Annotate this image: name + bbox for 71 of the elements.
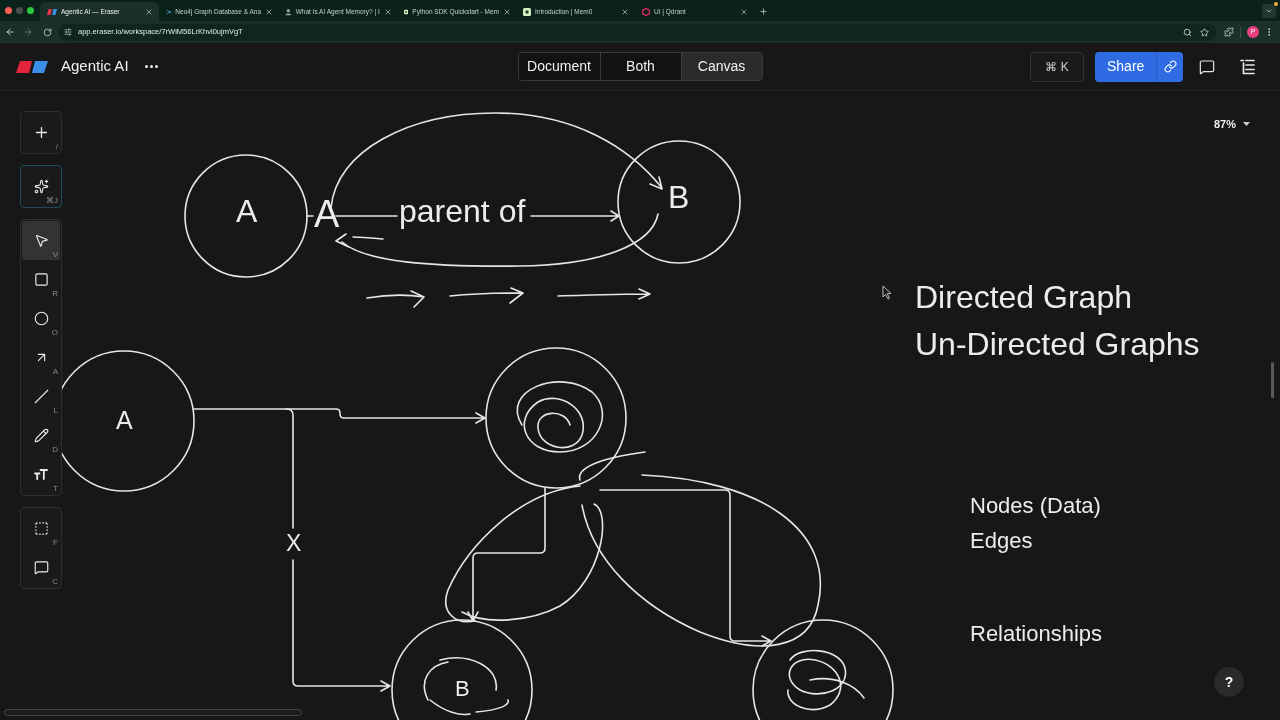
caret-down-icon (1243, 122, 1251, 126)
comments-button[interactable] (1198, 57, 1216, 76)
back-button[interactable] (4, 26, 16, 38)
square-icon (404, 7, 409, 16)
hexagon-icon (642, 7, 650, 16)
more-icon (145, 65, 159, 68)
heading-text: Directed Graph (915, 281, 1132, 313)
vertical-scrollbar[interactable] (1271, 362, 1274, 398)
pencil-icon (33, 428, 49, 443)
node-label: A (314, 195, 340, 233)
square-icon (523, 7, 531, 16)
close-icon (383, 7, 392, 16)
logo-icon (47, 8, 57, 15)
plus-icon (758, 6, 768, 16)
app-logo-icon[interactable] (16, 60, 48, 73)
term-text: Relationships (970, 623, 1103, 645)
node-label: B (455, 678, 470, 700)
command-menu-button[interactable]: ⌘ K (1030, 51, 1084, 82)
sliders-icon (63, 28, 72, 36)
close-icon (621, 7, 629, 16)
node-label: A (236, 195, 258, 227)
link-icon (1164, 60, 1178, 73)
outline-button[interactable] (1238, 57, 1256, 76)
forward-arrow-icon (23, 27, 33, 37)
line-icon (33, 389, 49, 404)
sketch-arrow (366, 290, 425, 308)
text-size-icon (34, 469, 48, 480)
document-title[interactable]: Agentic AI (61, 55, 129, 78)
share-button[interactable]: Share (1095, 51, 1183, 82)
puzzle-icon[interactable] (1224, 27, 1234, 37)
chevron-down-icon (1265, 7, 1273, 15)
horizontal-scrollbar[interactable] (4, 709, 302, 716)
forward-button[interactable] (22, 26, 34, 38)
window-maximize-button[interactable] (27, 7, 34, 14)
comment-icon (1199, 58, 1215, 75)
search-icon[interactable] (1183, 27, 1192, 37)
site-info-button[interactable] (61, 25, 74, 39)
node-label: B (668, 181, 690, 213)
reload-icon (42, 27, 52, 37)
circle-icon (33, 311, 49, 326)
back-arrow-icon (5, 27, 15, 37)
view-mode-tab[interactable]: Both (599, 53, 681, 80)
person-icon (285, 7, 292, 16)
square-icon (33, 272, 49, 287)
dashed-square-icon (33, 521, 49, 536)
comment-icon (33, 560, 49, 575)
close-icon (145, 7, 153, 16)
window-close-button[interactable] (5, 7, 12, 14)
sparkles-icon (33, 179, 49, 194)
close-icon (740, 7, 748, 16)
node-label: A (116, 408, 133, 433)
help-button[interactable]: ? (1214, 667, 1244, 697)
reload-button[interactable] (41, 26, 53, 38)
close-icon (503, 7, 511, 16)
edge-label: parent of (399, 195, 526, 227)
edge-label: X (286, 532, 302, 555)
close-icon (265, 7, 273, 16)
graph-icon (166, 7, 172, 16)
zoom-level-button[interactable]: 87% (1214, 117, 1251, 131)
view-mode-tab[interactable]: Canvas (680, 53, 762, 80)
new-tab-button[interactable] (757, 5, 769, 17)
term-text: Edges (970, 530, 1033, 552)
tab-search-button[interactable] (1262, 4, 1276, 18)
star-icon[interactable] (1200, 27, 1209, 37)
list-icon (1239, 58, 1255, 75)
view-mode-tab[interactable]: Document (518, 53, 600, 80)
pointer-icon (33, 233, 49, 248)
tool-button[interactable]: V (22, 221, 60, 260)
heading-text: Un-Directed Graphs (915, 328, 1200, 360)
term-text: Nodes (Data) (970, 495, 1101, 517)
cursor-icon (882, 285, 892, 300)
